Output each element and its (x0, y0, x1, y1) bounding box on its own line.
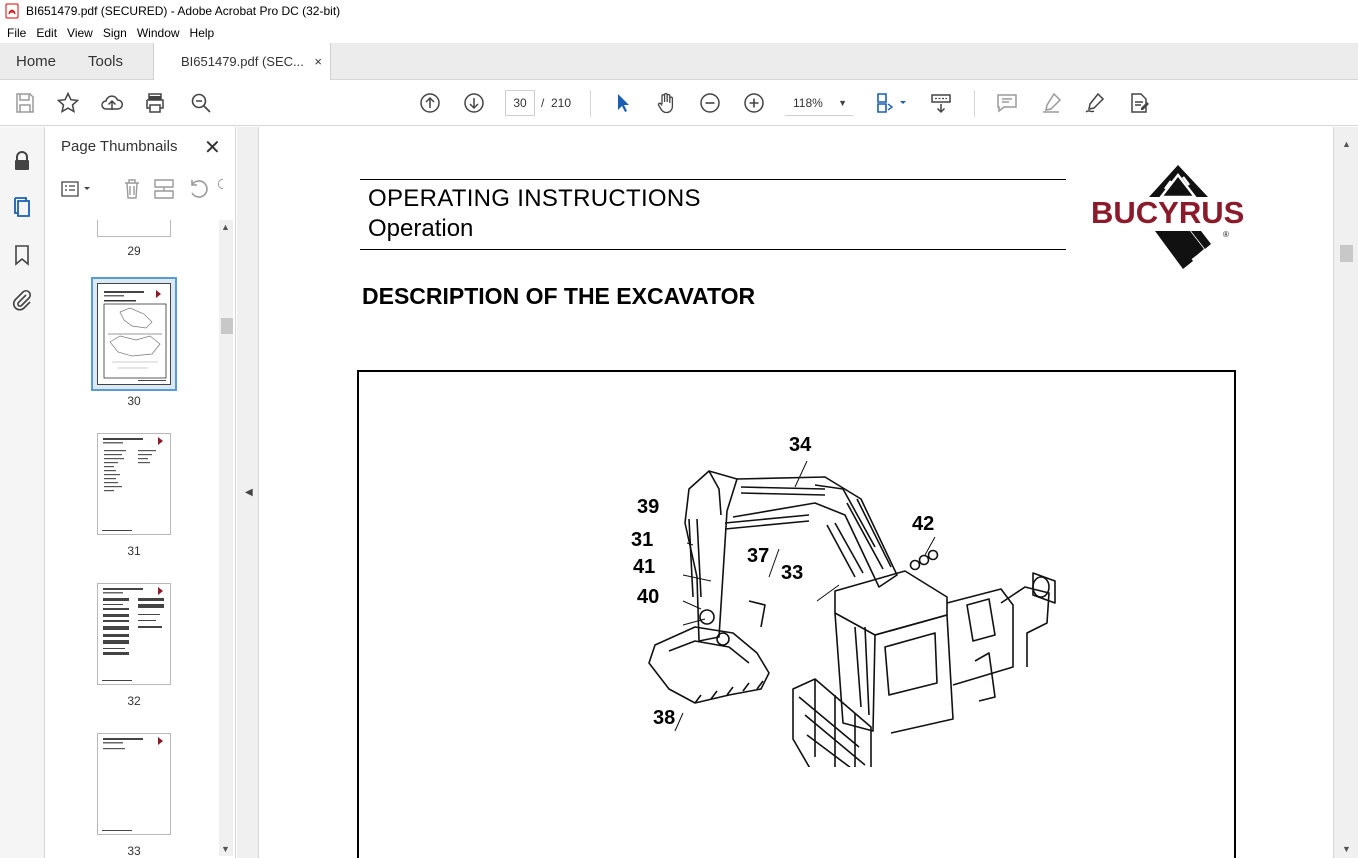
tab-close-icon[interactable]: × (314, 54, 322, 69)
left-navigation-rail (0, 127, 45, 858)
menu-file[interactable]: File (2, 24, 31, 42)
document-heading: DESCRIPTION OF THE EXCAVATOR (362, 283, 756, 309)
thumbnail-label: 32 (127, 694, 141, 708)
tab-document-label: BI651479.pdf (SEC... (181, 54, 304, 69)
callout-label: 41 (633, 556, 656, 578)
scroll-down-icon[interactable]: ▼ (221, 844, 230, 854)
zoom-in-icon[interactable] (742, 91, 766, 115)
save-icon[interactable] (13, 91, 37, 115)
callout-label: 39 (637, 496, 660, 518)
page-thumbnail-29[interactable] (97, 220, 171, 237)
callout-label: 34 (789, 434, 812, 456)
acrobat-app-icon (5, 3, 19, 19)
window-title: BI651479.pdf (SECURED) - Adobe Acrobat P… (26, 4, 341, 18)
header-rule-top (360, 179, 1066, 180)
thumbnail-label: 31 (127, 544, 141, 558)
logo-wordmark: BUCYRUS (1091, 195, 1244, 230)
page-up-icon[interactable] (418, 91, 442, 115)
scroll-mode-icon[interactable] (929, 91, 953, 115)
chevron-down-icon: ▼ (838, 98, 847, 108)
document-header-title: OPERATING INSTRUCTIONS (368, 185, 701, 212)
tab-bar: Home Tools BI651479.pdf (SEC... × (0, 43, 1358, 80)
scroll-up-icon[interactable]: ▲ (1342, 139, 1351, 149)
zoom-level-select[interactable]: 118% ▼ (785, 90, 853, 116)
callout-label: 42 (912, 513, 935, 535)
select-cursor-icon[interactable] (610, 91, 634, 115)
menu-bar: File Edit View Sign Window Help (0, 22, 1358, 43)
rotate-clockwise-icon[interactable] (216, 177, 230, 201)
tab-tools[interactable]: Tools (88, 43, 123, 80)
collapse-panel-icon[interactable]: ◀ (245, 487, 253, 498)
comment-icon[interactable] (995, 91, 1019, 115)
panel-splitter[interactable]: ◀ (237, 127, 259, 858)
page-thumbnails-panel: Page Thumbnails ✕ 29 30 31 32 33 ▲ ▼ (46, 127, 236, 858)
thumbnail-options-icon[interactable] (60, 177, 90, 201)
document-scroll-thumb[interactable] (1340, 245, 1353, 262)
excavator-figure-box: 34 39 31 41 40 37 33 42 38 (357, 370, 1236, 858)
thumbnail-toolbar (46, 177, 236, 203)
star-icon[interactable] (56, 91, 80, 115)
lock-icon[interactable] (10, 149, 34, 173)
page-thumbnail-33[interactable] (97, 733, 171, 835)
zoom-level-value: 118% (793, 96, 823, 110)
excavator-illustration (648, 460, 1056, 767)
page-thumbnail-30 (97, 283, 171, 385)
extract-icon[interactable] (152, 177, 176, 201)
document-scrollbar[interactable]: ▲ ▼ (1333, 127, 1358, 858)
edit-pdf-icon[interactable] (1127, 91, 1151, 115)
tab-document[interactable]: BI651479.pdf (SEC... × (153, 43, 331, 80)
bookmark-icon[interactable] (10, 243, 34, 267)
toolbar-divider (974, 90, 975, 117)
header-rule-bottom (360, 249, 1066, 250)
page-down-icon[interactable] (462, 91, 486, 115)
scroll-up-icon[interactable]: ▲ (221, 222, 230, 232)
sign-icon[interactable] (1083, 91, 1107, 115)
attachment-icon[interactable] (10, 288, 34, 312)
callout-label: 33 (781, 562, 804, 584)
callout-label: 37 (747, 545, 770, 567)
tab-home[interactable]: Home (16, 43, 56, 80)
page-thumbnail-31[interactable] (97, 433, 171, 535)
panel-title: Page Thumbnails (61, 138, 178, 155)
hand-icon[interactable] (654, 91, 678, 115)
zoom-out-icon[interactable] (698, 91, 722, 115)
scroll-down-icon[interactable]: ▼ (1342, 844, 1351, 854)
logo-registered-mark: ® (1223, 230, 1229, 239)
thumbnail-label: 30 (127, 394, 141, 408)
callout-label: 31 (631, 529, 654, 551)
menu-sign[interactable]: Sign (98, 24, 132, 42)
document-header-subtitle: Operation (368, 215, 474, 242)
thumbnail-scrollbar[interactable]: ▲ ▼ (219, 220, 233, 856)
page-separator: / (541, 96, 545, 110)
window-title-bar: BI651479.pdf (SECURED) - Adobe Acrobat P… (0, 0, 1358, 22)
menu-help[interactable]: Help (185, 24, 220, 42)
thumbnail-label: 33 (127, 844, 141, 858)
thumbnail-label: 29 (127, 244, 141, 258)
delete-icon[interactable] (120, 177, 144, 201)
highlight-icon[interactable] (1039, 91, 1063, 115)
bucyrus-logo: BUCYRUS ® (1091, 163, 1266, 269)
thumbnail-scroll-thumb[interactable] (221, 318, 233, 334)
page-total: 210 (551, 96, 572, 110)
page-number-input[interactable]: 30 (505, 90, 535, 116)
zoom-search-icon[interactable] (189, 91, 213, 115)
pages-icon[interactable] (10, 195, 34, 219)
menu-view[interactable]: View (62, 24, 98, 42)
page-fit-icon[interactable] (874, 91, 910, 115)
print-icon[interactable] (143, 91, 167, 115)
document-view[interactable]: OPERATING INSTRUCTIONS Operation BUCYRUS… (259, 127, 1333, 858)
rotate-icon[interactable] (186, 177, 210, 201)
page-thumbnail-32[interactable] (97, 583, 171, 685)
callout-label: 40 (637, 586, 660, 608)
close-icon[interactable]: ✕ (204, 135, 221, 160)
menu-window[interactable]: Window (132, 24, 185, 42)
menu-edit[interactable]: Edit (31, 24, 62, 42)
toolbar-divider (590, 90, 591, 117)
selected-thumbnail-frame[interactable] (91, 277, 177, 391)
upload-icon[interactable] (100, 91, 124, 115)
callout-label: 38 (653, 707, 676, 729)
